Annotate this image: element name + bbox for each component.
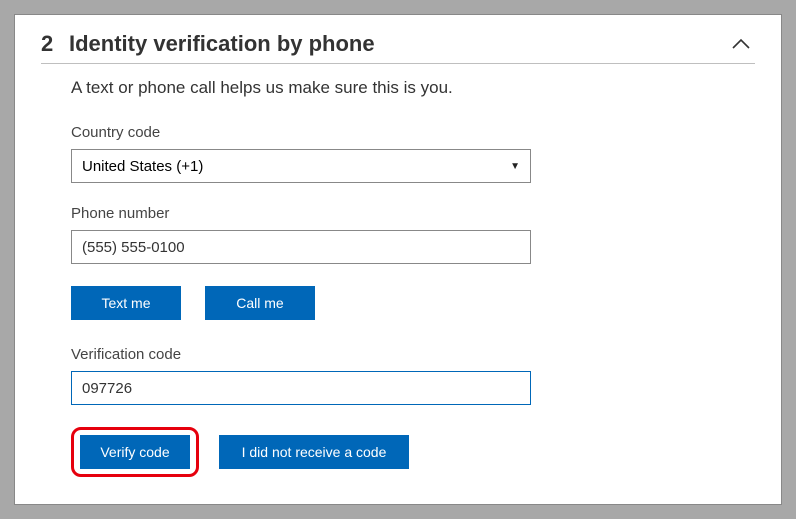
section-header[interactable]: 2 Identity verification by phone (41, 31, 755, 64)
call-me-button[interactable]: Call me (205, 286, 315, 320)
step-number: 2 (41, 31, 69, 57)
country-code-select[interactable]: United States (+1) ▼ (71, 149, 531, 183)
section-body: A text or phone call helps us make sure … (71, 78, 755, 477)
section-subtitle: A text or phone call helps us make sure … (71, 78, 755, 98)
text-me-button[interactable]: Text me (71, 286, 181, 320)
phone-number-input[interactable] (71, 230, 531, 264)
verify-code-button[interactable]: Verify code (80, 435, 190, 469)
section-title: Identity verification by phone (69, 31, 375, 57)
verification-code-label: Verification code (71, 346, 755, 363)
resend-code-button[interactable]: I did not receive a code (219, 435, 409, 469)
country-code-value: United States (+1) (82, 158, 203, 175)
verification-panel: 2 Identity verification by phone A text … (14, 14, 782, 505)
dropdown-triangle-icon: ▼ (510, 161, 520, 172)
verification-code-input[interactable] (71, 371, 531, 405)
verify-button-highlight: Verify code (71, 427, 199, 477)
phone-number-label: Phone number (71, 205, 755, 222)
country-code-label: Country code (71, 124, 755, 141)
verify-actions-row: Verify code I did not receive a code (71, 427, 755, 477)
collapse-chevron-icon[interactable] (731, 37, 751, 51)
send-actions-row: Text me Call me (71, 286, 755, 320)
